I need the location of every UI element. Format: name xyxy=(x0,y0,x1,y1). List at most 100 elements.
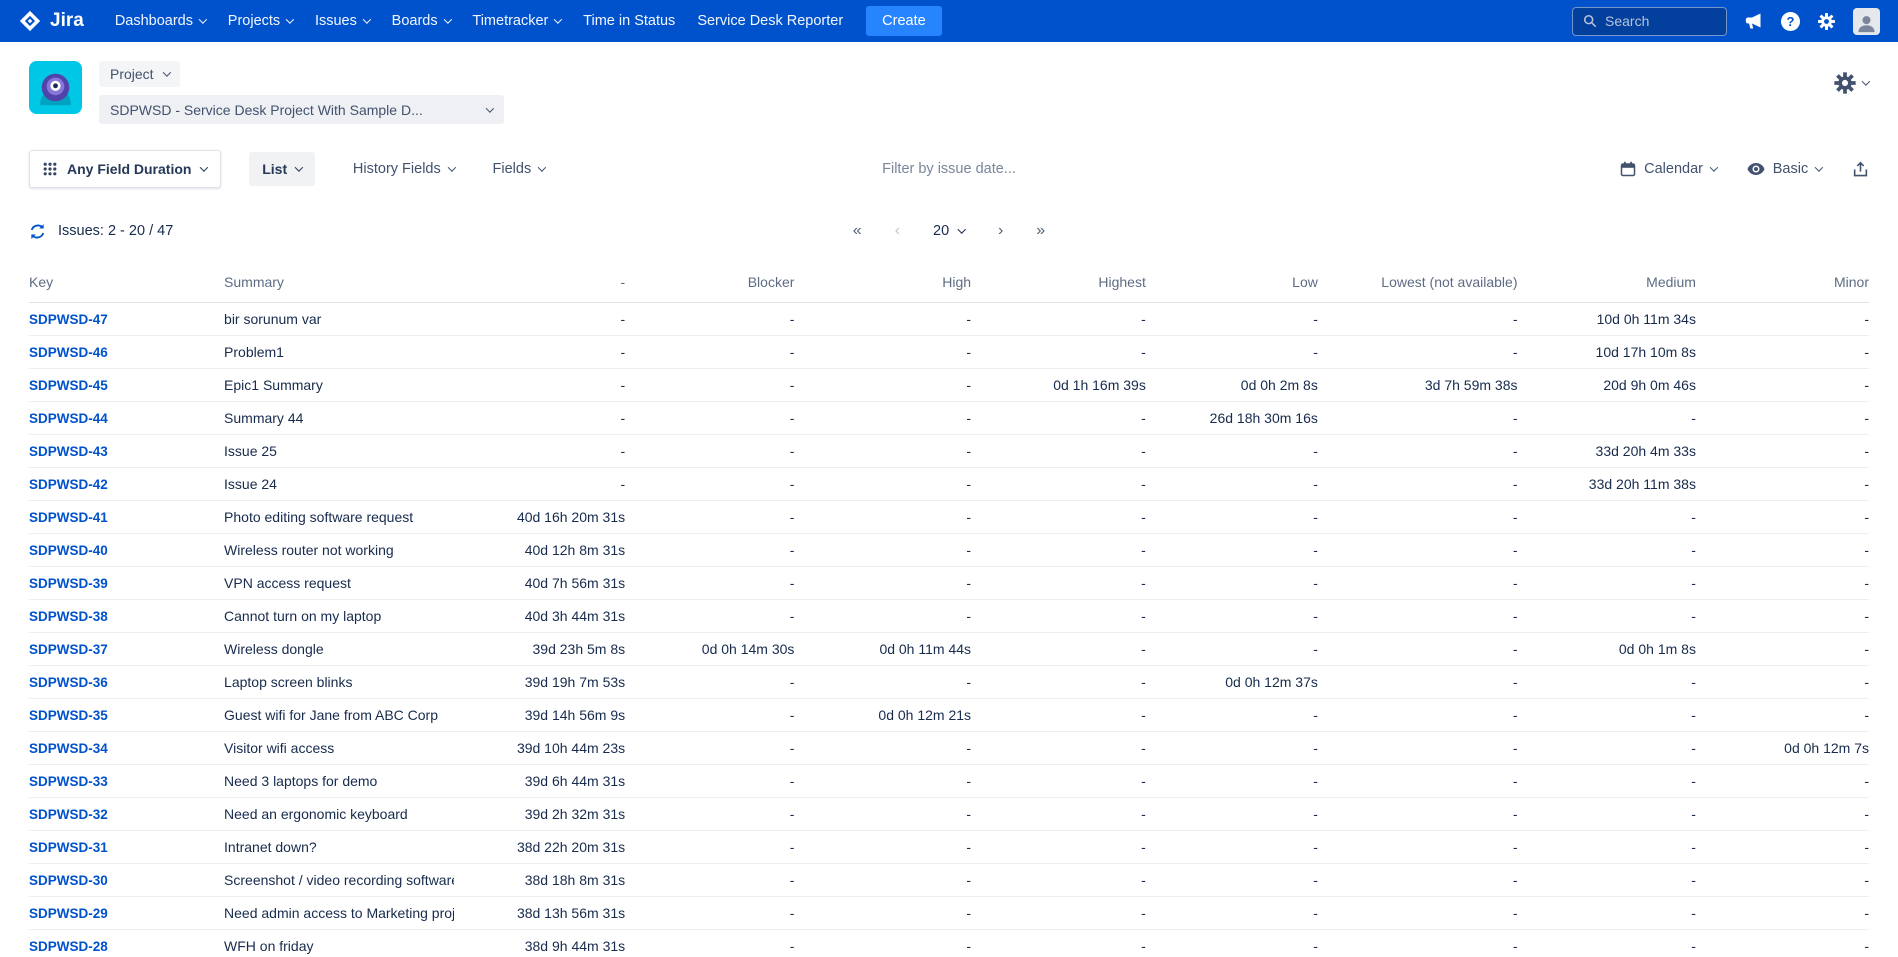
key-cell: SDPWSD-44 xyxy=(29,402,224,435)
nav-item-label: Projects xyxy=(228,13,280,29)
duration-cell: - xyxy=(1318,699,1518,732)
key-cell: SDPWSD-46 xyxy=(29,336,224,369)
export-icon[interactable] xyxy=(1852,161,1869,178)
nav-item-boards[interactable]: Boards xyxy=(381,0,462,42)
issue-key-link[interactable]: SDPWSD-37 xyxy=(29,642,108,657)
nav-item-issues[interactable]: Issues xyxy=(304,0,381,42)
key-cell: SDPWSD-31 xyxy=(29,831,224,864)
duration-cell: - xyxy=(1146,897,1318,930)
issue-date-filter[interactable]: Filter by issue date... xyxy=(882,161,1016,177)
issue-key-link[interactable]: SDPWSD-47 xyxy=(29,312,108,327)
project-selector[interactable]: SDPWSD - Service Desk Project With Sampl… xyxy=(99,95,504,124)
duration-cell: - xyxy=(971,501,1146,534)
duration-cell: - xyxy=(1696,402,1869,435)
duration-cell: - xyxy=(1146,435,1318,468)
duration-cell: - xyxy=(794,435,971,468)
column-header-minor: Minor xyxy=(1696,274,1869,303)
project-selector-value: SDPWSD - Service Desk Project With Sampl… xyxy=(110,102,423,118)
issue-key-link[interactable]: SDPWSD-28 xyxy=(29,939,108,954)
jira-logo-icon xyxy=(18,9,42,33)
issue-key-link[interactable]: SDPWSD-33 xyxy=(29,774,108,789)
summary-cell: Wireless router not working xyxy=(224,534,454,567)
next-page-button[interactable]: › xyxy=(998,223,1003,239)
key-cell: SDPWSD-40 xyxy=(29,534,224,567)
nav-item-projects[interactable]: Projects xyxy=(217,0,304,42)
key-cell: SDPWSD-28 xyxy=(29,930,224,957)
create-button[interactable]: Create xyxy=(866,6,942,36)
summary-cell: Epic1 Summary xyxy=(224,369,454,402)
fields-dropdown[interactable]: Fields xyxy=(493,161,545,177)
duration-cell: 40d 7h 56m 31s xyxy=(454,567,625,600)
table-row: SDPWSD-34Visitor wifi access39d 10h 44m … xyxy=(29,732,1869,765)
issue-key-link[interactable]: SDPWSD-45 xyxy=(29,378,108,393)
issue-key-link[interactable]: SDPWSD-30 xyxy=(29,873,108,888)
user-avatar[interactable] xyxy=(1853,8,1880,35)
issue-key-link[interactable]: SDPWSD-46 xyxy=(29,345,108,360)
duration-cell: - xyxy=(1146,699,1318,732)
issue-key-link[interactable]: SDPWSD-36 xyxy=(29,675,108,690)
prev-page-button[interactable]: ‹ xyxy=(895,223,900,239)
jira-logo[interactable]: Jira xyxy=(18,9,84,33)
issue-key-link[interactable]: SDPWSD-39 xyxy=(29,576,108,591)
view-mode-dropdown[interactable]: List xyxy=(249,152,315,186)
page-size-select[interactable]: 20 xyxy=(933,223,965,239)
report-settings-button[interactable] xyxy=(1833,71,1869,95)
duration-cell: - xyxy=(971,534,1146,567)
issue-key-link[interactable]: SDPWSD-29 xyxy=(29,906,108,921)
duration-cell: - xyxy=(625,897,794,930)
issue-key-link[interactable]: SDPWSD-41 xyxy=(29,510,108,525)
search-icon xyxy=(1583,14,1597,28)
duration-cell: - xyxy=(1318,501,1518,534)
fields-label: Fields xyxy=(493,161,532,177)
issue-key-link[interactable]: SDPWSD-38 xyxy=(29,609,108,624)
summary-cell: Need an ergonomic keyboard xyxy=(224,798,454,831)
issue-key-link[interactable]: SDPWSD-40 xyxy=(29,543,108,558)
duration-cell: - xyxy=(1517,765,1695,798)
issue-key-link[interactable]: SDPWSD-35 xyxy=(29,708,108,723)
first-page-button[interactable]: « xyxy=(853,223,862,239)
summary-cell: WFH on friday xyxy=(224,930,454,957)
key-cell: SDPWSD-39 xyxy=(29,567,224,600)
column-header-none: - xyxy=(454,274,625,303)
issue-key-link[interactable]: SDPWSD-32 xyxy=(29,807,108,822)
issue-key-link[interactable]: SDPWSD-42 xyxy=(29,477,108,492)
project-header: Project SDPWSD - Service Desk Project Wi… xyxy=(0,42,1898,140)
search-input[interactable] xyxy=(1605,13,1716,29)
history-fields-dropdown[interactable]: History Fields xyxy=(353,161,455,177)
summary-cell: Issue 25 xyxy=(224,435,454,468)
issue-key-link[interactable]: SDPWSD-31 xyxy=(29,840,108,855)
duration-cell: - xyxy=(1696,534,1869,567)
last-page-button[interactable]: » xyxy=(1036,223,1045,239)
view-mode-label: List xyxy=(262,161,287,177)
duration-cell: - xyxy=(1517,930,1695,957)
field-duration-dropdown[interactable]: Any Field Duration xyxy=(29,150,221,188)
help-icon[interactable]: ? xyxy=(1781,12,1800,31)
summary-cell: Cannot turn on my laptop xyxy=(224,600,454,633)
chevron-down-icon xyxy=(1815,163,1823,171)
megaphone-icon[interactable] xyxy=(1744,12,1764,30)
chevron-down-icon xyxy=(199,15,207,23)
project-type-dropdown[interactable]: Project xyxy=(99,61,180,87)
table-row: SDPWSD-28WFH on friday38d 9h 44m 31s----… xyxy=(29,930,1869,957)
basic-view-dropdown[interactable]: Basic xyxy=(1747,161,1822,177)
refresh-icon[interactable] xyxy=(29,223,46,240)
duration-cell: - xyxy=(1696,633,1869,666)
summary-cell: Summary 44 xyxy=(224,402,454,435)
duration-cell: - xyxy=(1696,600,1869,633)
history-fields-label: History Fields xyxy=(353,161,441,177)
nav-item-timetracker[interactable]: Timetracker xyxy=(461,0,572,42)
key-cell: SDPWSD-29 xyxy=(29,897,224,930)
issue-key-link[interactable]: SDPWSD-44 xyxy=(29,411,108,426)
duration-cell: - xyxy=(1696,897,1869,930)
nav-item-service-desk-reporter[interactable]: Service Desk Reporter xyxy=(686,0,854,42)
duration-cell: - xyxy=(625,666,794,699)
calendar-dropdown[interactable]: Calendar xyxy=(1620,161,1717,177)
gear-icon[interactable] xyxy=(1817,12,1836,31)
nav-search[interactable] xyxy=(1572,7,1727,36)
issue-key-link[interactable]: SDPWSD-34 xyxy=(29,741,108,756)
nav-item-dashboards[interactable]: Dashboards xyxy=(104,0,217,42)
nav-item-time-in-status[interactable]: Time in Status xyxy=(572,0,686,42)
duration-cell: - xyxy=(1146,600,1318,633)
issue-key-link[interactable]: SDPWSD-43 xyxy=(29,444,108,459)
duration-cell: - xyxy=(1318,468,1518,501)
